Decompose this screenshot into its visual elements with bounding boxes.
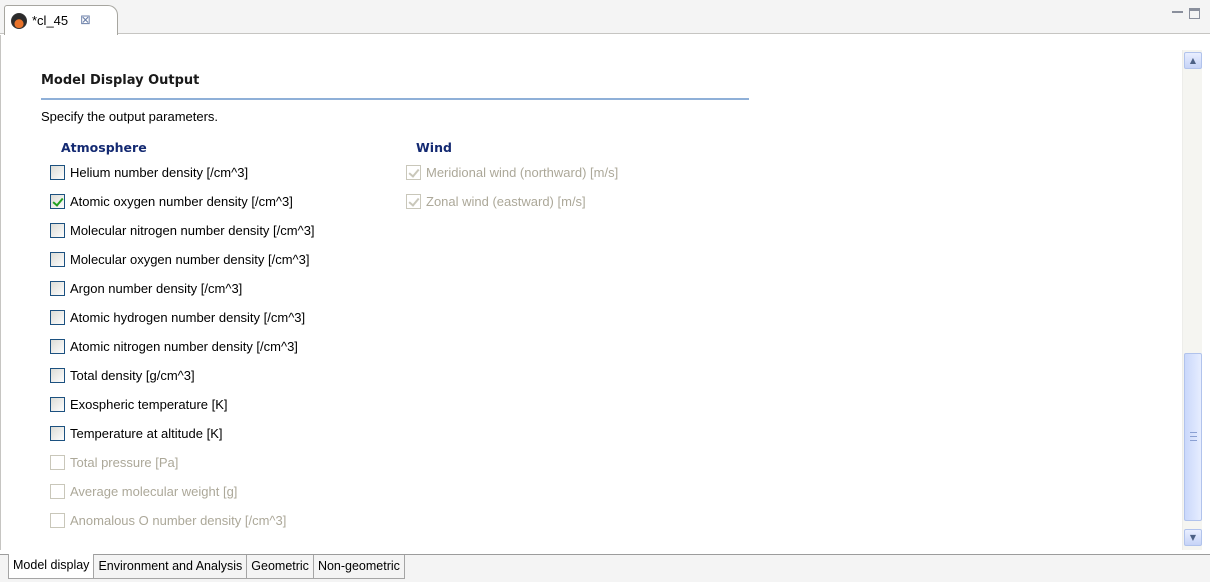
checkbox-average-molecular-weight[interactable]: Average molecular weight [g] bbox=[50, 481, 237, 501]
checkbox-label: Total pressure [Pa] bbox=[70, 454, 179, 470]
atmosphere-heading: Atmosphere bbox=[61, 140, 147, 155]
checkbox-atomic-oxygen-density[interactable]: Atomic oxygen number density [/cm^3] bbox=[50, 191, 293, 211]
scroll-up-button[interactable]: ▲ bbox=[1184, 52, 1202, 69]
wind-heading: Wind bbox=[416, 140, 452, 155]
minimize-icon[interactable] bbox=[1172, 11, 1183, 15]
checkbox-label: Argon number density [/cm^3] bbox=[70, 280, 243, 296]
checkbox-atomic-hydrogen-density[interactable]: Atomic hydrogen number density [/cm^3] bbox=[50, 307, 305, 327]
checkbox-box[interactable] bbox=[50, 483, 65, 499]
checkbox-label: Molecular nitrogen number density [/cm^3… bbox=[70, 222, 315, 238]
checkbox-helium-density[interactable]: Helium number density [/cm^3] bbox=[50, 162, 248, 182]
checkbox-box[interactable] bbox=[50, 454, 65, 470]
checkbox-anomalous-o-density[interactable]: Anomalous O number density [/cm^3] bbox=[50, 510, 286, 530]
checkbox-label: Meridional wind (northward) [m/s] bbox=[426, 164, 619, 180]
checkbox-label: Exospheric temperature [K] bbox=[70, 396, 228, 412]
checkbox-box[interactable] bbox=[50, 396, 65, 412]
checkbox-label: Atomic nitrogen number density [/cm^3] bbox=[70, 338, 298, 354]
tab-non-geometric[interactable]: Non-geometric bbox=[313, 555, 405, 579]
checkbox-box[interactable] bbox=[50, 222, 65, 238]
checkbox-meridional-wind[interactable]: Meridional wind (northward) [m/s] bbox=[406, 162, 618, 182]
tab-environment-and-analysis[interactable]: Environment and Analysis bbox=[94, 555, 248, 579]
checkbox-label: Temperature at altitude [K] bbox=[70, 425, 223, 441]
checkbox-temperature-at-altitude[interactable]: Temperature at altitude [K] bbox=[50, 423, 222, 443]
checkbox-molecular-oxygen-density[interactable]: Molecular oxygen number density [/cm^3] bbox=[50, 249, 309, 269]
checkbox-label: Helium number density [/cm^3] bbox=[70, 164, 249, 180]
tab-model-display[interactable]: Model display bbox=[8, 554, 95, 579]
checkbox-box[interactable] bbox=[50, 280, 65, 296]
section-description: Specify the output parameters. bbox=[41, 109, 219, 124]
checkbox-total-density[interactable]: Total density [g/cm^3] bbox=[50, 365, 195, 385]
checkbox-box[interactable] bbox=[50, 164, 65, 180]
checkbox-box[interactable] bbox=[50, 193, 65, 209]
checkbox-argon-density[interactable]: Argon number density [/cm^3] bbox=[50, 278, 242, 298]
checkbox-label: Atomic oxygen number density [/cm^3] bbox=[70, 193, 293, 209]
checkbox-molecular-nitrogen-density[interactable]: Molecular nitrogen number density [/cm^3… bbox=[50, 220, 315, 240]
chevron-down-icon: ▼ bbox=[1189, 533, 1197, 542]
checkbox-label: Average molecular weight [g] bbox=[70, 483, 238, 499]
checkbox-label: Total density [g/cm^3] bbox=[70, 367, 195, 383]
checkbox-label: Molecular oxygen number density [/cm^3] bbox=[70, 251, 310, 267]
checkbox-box[interactable] bbox=[406, 193, 421, 209]
section-divider bbox=[41, 98, 749, 100]
checkbox-box[interactable] bbox=[50, 425, 65, 441]
checkbox-box[interactable] bbox=[50, 251, 65, 267]
checkbox-total-pressure[interactable]: Total pressure [Pa] bbox=[50, 452, 178, 472]
checkbox-box[interactable] bbox=[50, 512, 65, 528]
checkbox-box[interactable] bbox=[50, 338, 65, 354]
scrollbar-thumb[interactable] bbox=[1184, 353, 1202, 521]
maximize-icon[interactable] bbox=[1189, 8, 1200, 19]
grip-icon bbox=[1190, 432, 1197, 441]
chevron-up-icon: ▲ bbox=[1189, 56, 1197, 65]
checkbox-exospheric-temperature[interactable]: Exospheric temperature [K] bbox=[50, 394, 228, 414]
vertical-scrollbar[interactable]: ▲ ▼ bbox=[1182, 50, 1202, 550]
checkbox-box[interactable] bbox=[50, 367, 65, 383]
editor-tab-title: *cl_45 bbox=[32, 13, 69, 28]
checkbox-zonal-wind[interactable]: Zonal wind (eastward) [m/s] bbox=[406, 191, 586, 211]
checkbox-box[interactable] bbox=[50, 309, 65, 325]
globe-icon bbox=[11, 12, 27, 29]
page-tabs: Model display Environment and Analysis G… bbox=[0, 554, 1210, 582]
editor-tab-bar: *cl_45 ⊠ bbox=[0, 0, 1210, 35]
editor-tab[interactable]: *cl_45 ⊠ bbox=[4, 5, 118, 35]
checkbox-label: Zonal wind (eastward) [m/s] bbox=[426, 193, 586, 209]
checkbox-box[interactable] bbox=[406, 164, 421, 180]
window-controls bbox=[1172, 8, 1200, 19]
tab-geometric[interactable]: Geometric bbox=[247, 555, 314, 579]
form-content: Model Display Output Specify the output … bbox=[0, 35, 1182, 550]
close-icon[interactable]: ⊠ bbox=[80, 14, 91, 27]
checkbox-label: Atomic hydrogen number density [/cm^3] bbox=[70, 309, 306, 325]
scroll-down-button[interactable]: ▼ bbox=[1184, 529, 1202, 546]
section-title: Model Display Output bbox=[41, 73, 200, 88]
checkbox-atomic-nitrogen-density[interactable]: Atomic nitrogen number density [/cm^3] bbox=[50, 336, 298, 356]
checkbox-label: Anomalous O number density [/cm^3] bbox=[70, 512, 287, 528]
